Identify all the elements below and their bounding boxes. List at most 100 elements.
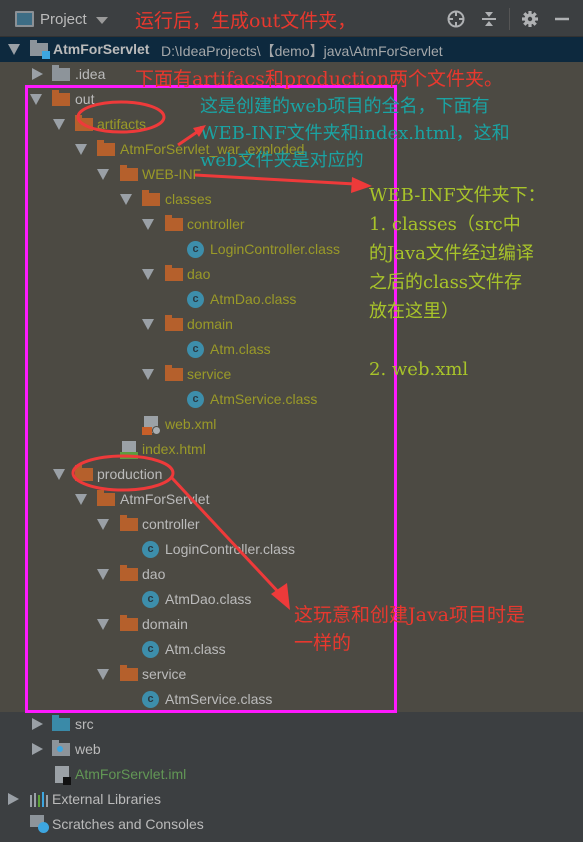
node-label: artifacts (97, 116, 147, 132)
annotation-lime-2: 1. classes（src中 (369, 214, 521, 235)
node-label: LoginController.class (210, 241, 340, 257)
node-label: controller (187, 216, 245, 232)
hide-minimize-icon[interactable] (552, 9, 572, 29)
expand-arrow-icon[interactable] (97, 169, 109, 180)
settings-gear-icon[interactable] (520, 9, 540, 29)
locate-icon[interactable] (446, 9, 466, 29)
toolbar-divider (509, 8, 510, 30)
node-label: domain (187, 316, 233, 332)
node-label: AtmForServlet (120, 491, 210, 507)
folder-icon (97, 140, 115, 156)
tree-node-production[interactable]: production (0, 462, 583, 487)
node-label: production (97, 466, 163, 482)
expand-arrow-icon[interactable] (32, 718, 43, 730)
expand-arrow-icon[interactable] (75, 144, 87, 155)
node-label: controller (142, 516, 200, 532)
tree-node-external-libraries[interactable]: External Libraries (0, 787, 583, 812)
expand-arrow-icon[interactable] (97, 619, 109, 630)
node-label: web (75, 741, 101, 757)
annotation-lime-3: 的Java文件经过编译 (369, 243, 534, 264)
expand-arrow-icon[interactable] (8, 44, 20, 55)
node-label: dao (187, 266, 211, 282)
expand-arrow-icon[interactable] (142, 219, 154, 230)
node-label: AtmService.class (165, 691, 273, 707)
node-label: domain (142, 616, 188, 632)
expand-arrow-icon[interactable] (142, 319, 154, 330)
class-file-icon: c (142, 591, 159, 608)
tree-node-web[interactable]: web (0, 737, 583, 762)
tree-node-production-module[interactable]: AtmForServlet (0, 487, 583, 512)
tree-node-src[interactable]: src (0, 712, 583, 737)
folder-icon (165, 315, 183, 331)
folder-icon (165, 265, 183, 281)
tree-node-service[interactable]: service (0, 362, 583, 387)
folder-icon (75, 465, 93, 481)
node-label: out (75, 91, 95, 107)
node-label: web.xml (165, 416, 217, 432)
folder-icon (120, 665, 138, 681)
expand-arrow-icon[interactable] (32, 743, 43, 755)
node-label: .idea (75, 66, 106, 82)
annotation-top-line-2: 下面有artifacs和production两个文件夹。 (135, 68, 503, 90)
expand-arrow-icon[interactable] (30, 94, 42, 105)
expand-arrow-icon[interactable] (32, 68, 43, 80)
node-label: AtmService.class (210, 391, 318, 407)
node-label: Atm.class (210, 341, 271, 357)
tree-node-scratches[interactable]: Scratches and Consoles (0, 812, 583, 837)
node-label: External Libraries (52, 791, 161, 807)
node-label: dao (142, 566, 166, 582)
expand-arrow-icon[interactable] (97, 519, 109, 530)
node-label: WEB-INF (142, 166, 202, 182)
folder-icon (165, 215, 183, 231)
annotation-bottom-2: 一样的 (294, 632, 352, 654)
class-file-icon: c (142, 541, 159, 558)
project-view-selector[interactable]: Project (40, 11, 87, 28)
node-label: classes (165, 191, 212, 207)
node-label: LoginController.class (165, 541, 295, 557)
tree-node-service[interactable]: service (0, 662, 583, 687)
tree-node-class-file[interactable]: c AtmService.class (0, 387, 583, 412)
tree-node-class-file[interactable]: c AtmService.class (0, 687, 583, 712)
tree-node-class-file[interactable]: c Atm.class (0, 337, 583, 362)
tree-node-controller[interactable]: controller (0, 512, 583, 537)
annotation-bottom-1: 这玩意和创建Java项目时是 (294, 604, 526, 626)
node-label: service (187, 366, 232, 382)
expand-arrow-icon[interactable] (97, 569, 109, 580)
tree-node-web-xml[interactable]: web.xml (0, 412, 583, 437)
expand-arrow-icon[interactable] (142, 269, 154, 280)
collapse-all-icon[interactable] (479, 9, 499, 29)
folder-icon (142, 190, 160, 206)
class-file-icon: c (142, 641, 159, 658)
annotation-lime-4: 之后的class文件存 (369, 272, 523, 293)
node-label: Atm.class (165, 641, 226, 657)
expand-arrow-icon[interactable] (53, 469, 65, 480)
class-file-icon: c (187, 391, 204, 408)
tree-node-class-file[interactable]: c LoginController.class (0, 537, 583, 562)
folder-icon (120, 565, 138, 581)
tree-node-iml[interactable]: AtmForServlet.iml (0, 762, 583, 787)
expand-arrow-icon[interactable] (75, 494, 87, 505)
annotation-teal-1: 这是创建的web项目的全名，下面有 (200, 96, 490, 117)
folder-icon (52, 65, 70, 81)
annotation-teal-3: web文件夹是对应的 (200, 150, 364, 171)
folder-icon (120, 515, 138, 531)
iml-badge-icon (63, 777, 71, 785)
tree-node-root[interactable]: AtmForServlet D:\IdeaProjects\【demo】java… (0, 37, 583, 62)
expand-arrow-icon[interactable] (8, 793, 19, 805)
folder-icon (97, 490, 115, 506)
tree-node-class-file[interactable]: c Atm.class (0, 637, 583, 662)
chevron-down-icon[interactable] (96, 17, 108, 24)
annotation-lime-5: 放在这里） (369, 301, 459, 322)
expand-arrow-icon[interactable] (120, 194, 132, 205)
expand-arrow-icon[interactable] (53, 119, 65, 130)
expand-arrow-icon[interactable] (97, 669, 109, 680)
tree-node-dao[interactable]: dao (0, 562, 583, 587)
expand-arrow-icon[interactable] (142, 369, 154, 380)
node-label: AtmDao.class (210, 291, 297, 307)
folder-icon (120, 165, 138, 181)
annotation-top-line-1: 运行后，生成out文件夹， (135, 10, 357, 32)
tree-node-index-html[interactable]: index.html (0, 437, 583, 462)
folder-icon (165, 365, 183, 381)
tree-node-domain[interactable]: domain (0, 312, 583, 337)
root-name: AtmForServlet (53, 41, 150, 57)
